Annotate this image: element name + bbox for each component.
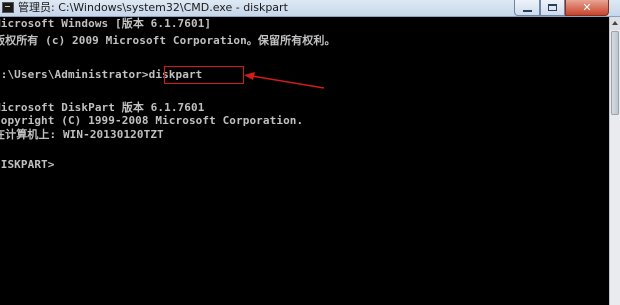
window-title: 管理员: C:\Windows\system32\CMD.exe - diskp… [18,1,288,14]
close-button[interactable]: ✕ [565,0,609,16]
console-output[interactable]: Microsoft Windows [版本 6.1.7601] 版权所有 (c)… [0,17,609,305]
command-highlight-box [164,66,244,84]
scroll-thumb[interactable] [611,31,619,115]
scroll-up-arrow-icon[interactable] [610,17,620,30]
console-line: Microsoft DiskPart 版本 6.1.7601 [0,101,205,114]
console-line: 在计算机上: WIN-20130120TZT [0,128,164,141]
console-line: Microsoft Windows [版本 6.1.7601] [0,17,212,30]
console-line: 版权所有 (c) 2009 Microsoft Corporation。保留所有… [0,34,336,47]
annotation-arrow-icon [244,72,325,89]
console-line: Copyright (C) 1999-2008 Microsoft Corpor… [0,114,304,127]
cmd-window: 管理员: C:\Windows\system32\CMD.exe - diskp… [0,0,620,305]
vertical-scrollbar[interactable] [609,17,620,305]
minimize-button[interactable] [514,0,540,16]
diskpart-prompt: DISKPART> [0,158,55,171]
cmd-icon [2,2,14,13]
maximize-button[interactable] [540,0,565,16]
title-bar[interactable]: 管理员: C:\Windows\system32\CMD.exe - diskp… [0,0,620,17]
prompt-path: C:\Users\Administrator> [0,68,149,81]
